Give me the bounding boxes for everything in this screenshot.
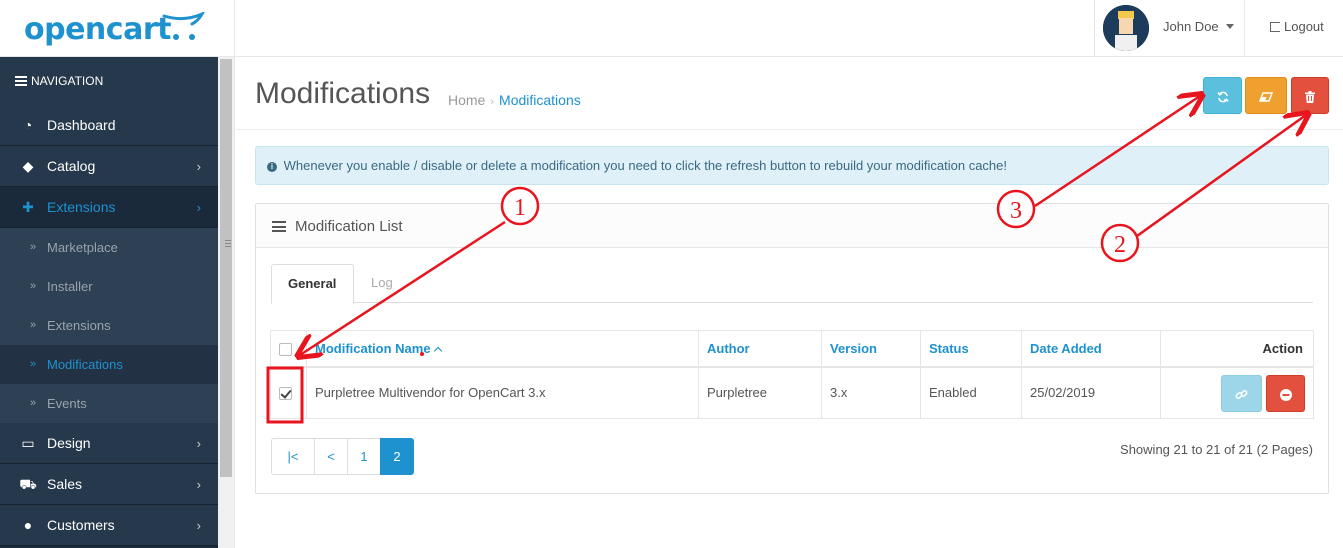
page-header: Modifications Home › Modifications bbox=[236, 57, 1343, 130]
logout-link[interactable]: Logout bbox=[1270, 19, 1324, 34]
list-icon bbox=[272, 221, 286, 232]
chevron-right-icon: › bbox=[196, 477, 201, 492]
select-all-cell bbox=[270, 330, 307, 368]
chevron-down-icon bbox=[1226, 24, 1234, 29]
grip-icon bbox=[225, 240, 231, 247]
sidebar: NAVIGATION ◔ Dashboard ◆ Catalog › ✚ Ext… bbox=[0, 57, 218, 548]
chevron-right-icon: › bbox=[196, 200, 201, 215]
logo[interactable]: opencart bbox=[0, 0, 235, 57]
table-header-row: Modification Name Author Version Status … bbox=[270, 330, 1314, 368]
delete-button[interactable] bbox=[1291, 77, 1329, 114]
eraser-icon bbox=[1258, 91, 1274, 102]
cell-date-added: 25/02/2019 bbox=[1021, 366, 1161, 419]
sidebar-item-design[interactable]: ▭ Design › bbox=[0, 423, 218, 464]
column-header-name[interactable]: Modification Name bbox=[306, 330, 699, 368]
link-icon bbox=[1235, 390, 1248, 400]
page-title: Modifications bbox=[255, 77, 431, 110]
column-header-status[interactable]: Status bbox=[920, 330, 1022, 368]
page-1[interactable]: 1 bbox=[347, 438, 381, 475]
column-header-author[interactable]: Author bbox=[698, 330, 822, 368]
tag-icon: ◆ bbox=[22, 158, 34, 174]
refresh-icon bbox=[1216, 91, 1229, 102]
page-first[interactable]: |< bbox=[271, 438, 315, 475]
panel-heading: Modification List bbox=[256, 204, 1328, 248]
sidebar-subitem-modifications[interactable]: » Modifications bbox=[0, 345, 218, 384]
cell-author: Purpletree bbox=[698, 366, 822, 419]
link-button[interactable] bbox=[1221, 375, 1262, 412]
refresh-button[interactable] bbox=[1203, 77, 1242, 114]
info-circle-icon: i bbox=[267, 162, 277, 172]
chevron-right-icon: › bbox=[196, 518, 201, 533]
puzzle-icon: ✚ bbox=[22, 199, 34, 215]
sidebar-subitem-extensions[interactable]: » Extensions bbox=[0, 306, 218, 345]
page-prev[interactable]: < bbox=[314, 438, 348, 475]
alert-text: Whenever you enable / disable or delete … bbox=[283, 158, 1007, 173]
user-name: John Doe bbox=[1163, 19, 1219, 34]
breadcrumb-separator-icon: › bbox=[490, 96, 495, 108]
disable-button[interactable] bbox=[1266, 375, 1305, 412]
sidebar-item-sales[interactable]: ⛟ Sales › bbox=[0, 464, 218, 505]
tab-log[interactable]: Log bbox=[355, 264, 409, 304]
monitor-icon: ▭ bbox=[21, 435, 35, 451]
sidebar-item-customers[interactable]: ● Customers › bbox=[0, 505, 218, 546]
sidebar-item-extensions[interactable]: ✚ Extensions › bbox=[0, 187, 218, 228]
logout-label: Logout bbox=[1284, 19, 1324, 34]
angle-double-right-icon: » bbox=[30, 319, 37, 331]
bars-icon bbox=[15, 76, 27, 86]
tab-general[interactable]: General bbox=[271, 264, 354, 304]
modification-table: Modification Name Author Version Status … bbox=[270, 330, 1314, 419]
sidebar-item-dashboard[interactable]: ◔ Dashboard bbox=[0, 105, 218, 146]
info-alert: i Whenever you enable / disable or delet… bbox=[255, 146, 1329, 185]
sign-out-icon bbox=[1270, 22, 1280, 32]
clear-button[interactable] bbox=[1245, 77, 1287, 114]
angle-double-right-icon: » bbox=[30, 241, 37, 253]
chevron-right-icon: › bbox=[196, 159, 201, 174]
pagination-summary: Showing 21 to 21 of 21 (2 Pages) bbox=[1120, 442, 1313, 457]
tab-bar: General Log bbox=[271, 264, 1313, 304]
cell-status: Enabled bbox=[920, 366, 1022, 419]
breadcrumb-current[interactable]: Modifications bbox=[499, 92, 581, 108]
column-header-action: Action bbox=[1160, 330, 1314, 368]
breadcrumb: Home › Modifications bbox=[448, 92, 581, 108]
user-menu[interactable]: John Doe bbox=[1094, 0, 1245, 57]
sidebar-subitem-events[interactable]: » Events bbox=[0, 384, 218, 423]
angle-double-right-icon: » bbox=[30, 280, 37, 292]
sidebar-subitem-marketplace[interactable]: » Marketplace bbox=[0, 228, 218, 267]
minus-circle-icon bbox=[1279, 388, 1292, 401]
column-header-date-added[interactable]: Date Added bbox=[1021, 330, 1161, 368]
nav-heading: NAVIGATION bbox=[0, 57, 218, 105]
row-checkbox[interactable] bbox=[279, 387, 292, 401]
breadcrumb-home[interactable]: Home bbox=[448, 92, 485, 108]
select-all-checkbox[interactable] bbox=[279, 342, 292, 356]
cell-version: 3.x bbox=[821, 366, 921, 419]
top-header: opencart John Doe Logout bbox=[0, 0, 1343, 57]
table-row: Purpletree Multivendor for OpenCart 3.x … bbox=[270, 366, 1314, 419]
logo-text: opencart bbox=[24, 12, 171, 47]
user-icon: ● bbox=[23, 517, 33, 533]
chevron-right-icon: › bbox=[196, 436, 201, 451]
dashboard-icon: ◔ bbox=[23, 117, 33, 133]
row-select-cell bbox=[270, 366, 307, 419]
sidebar-item-catalog[interactable]: ◆ Catalog › bbox=[0, 146, 218, 187]
cart-icon: ⛟ bbox=[19, 476, 37, 492]
page-2[interactable]: 2 bbox=[380, 438, 414, 475]
main-content: Modifications Home › Modifications i Whe… bbox=[236, 57, 1343, 548]
cart-logo-icon bbox=[162, 12, 205, 40]
avatar bbox=[1103, 5, 1149, 51]
pagination: |< < 1 2 bbox=[271, 438, 414, 475]
sidebar-scrollbar[interactable] bbox=[218, 57, 235, 548]
panel-title: Modification List bbox=[295, 218, 403, 235]
cell-name: Purpletree Multivendor for OpenCart 3.x bbox=[306, 366, 699, 419]
scrollbar-thumb[interactable] bbox=[220, 59, 232, 477]
modification-panel: Modification List General Log Modificati… bbox=[255, 203, 1329, 494]
angle-double-right-icon: » bbox=[30, 358, 37, 370]
sort-ascending-icon bbox=[433, 346, 442, 355]
column-header-version[interactable]: Version bbox=[821, 330, 921, 368]
trash-icon bbox=[1305, 90, 1315, 103]
sidebar-subitem-installer[interactable]: » Installer bbox=[0, 267, 218, 306]
angle-double-right-icon: » bbox=[30, 397, 37, 409]
